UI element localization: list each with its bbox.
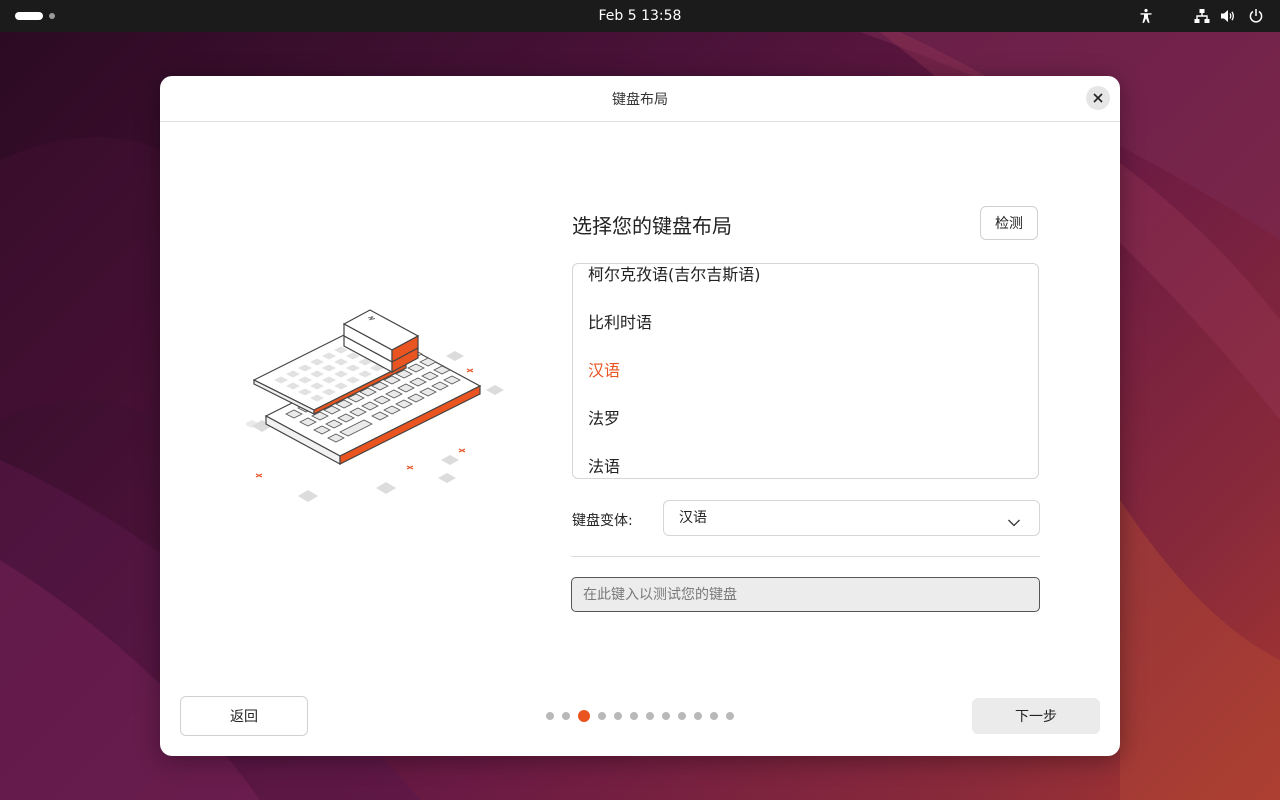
progress-dot [726,712,734,720]
progress-dot [678,712,686,720]
progress-dot [662,712,670,720]
next-button[interactable]: 下一步 [972,698,1100,734]
power-icon[interactable] [1248,0,1264,32]
detect-button[interactable]: 检测 [980,206,1038,240]
layout-list-item[interactable]: 柯尔克孜语(吉尔吉斯语) [573,264,1038,299]
progress-dots [546,710,734,722]
variant-selected-value: 汉语 [679,510,707,526]
close-icon [1092,92,1104,104]
keyboard-layout-dialog: 键盘布局 选择您的键盘布局 检测 柯尔克孜语(吉尔吉斯语) 比利时语 汉语 法罗… [160,76,1120,756]
accessibility-icon[interactable] [1138,0,1154,32]
top-bar: Feb 5 13:58 [0,0,1280,32]
chevron-down-icon [1007,513,1021,532]
progress-dot [630,712,638,720]
keyboard-test-input[interactable] [571,577,1040,612]
dialog-header: 键盘布局 [160,76,1120,122]
layout-list-item[interactable]: 法罗 [573,395,1038,443]
dialog-title: 键盘布局 [612,92,668,108]
progress-dot-current [578,710,590,722]
progress-dot [646,712,654,720]
progress-dot [614,712,622,720]
progress-dot [710,712,718,720]
progress-dot [598,712,606,720]
network-icon[interactable] [1194,0,1210,32]
progress-dot [562,712,570,720]
page-heading: 选择您的键盘布局 [572,214,732,238]
layout-list-item[interactable]: 比利时语 [573,299,1038,347]
keyboard-variant-label: 键盘变体: [572,513,633,529]
divider [571,556,1040,557]
clock[interactable]: Feb 5 13:58 [0,0,1280,32]
keyboard-illustration [244,306,506,506]
progress-dot [546,712,554,720]
back-button[interactable]: 返回 [180,696,308,736]
close-button[interactable] [1086,86,1110,110]
layout-list-item-selected[interactable]: 汉语 [573,347,1038,395]
keyboard-variant-dropdown[interactable]: 汉语 [663,500,1040,536]
system-tray[interactable] [1138,0,1264,32]
layout-list-item[interactable]: 法语 [573,443,1038,478]
layout-list-content: 柯尔克孜语(吉尔吉斯语) 比利时语 汉语 法罗 法语 [573,264,1038,478]
volume-icon[interactable] [1220,0,1236,32]
progress-dot [694,712,702,720]
keyboard-layout-list[interactable]: 柯尔克孜语(吉尔吉斯语) 比利时语 汉语 法罗 法语 [572,263,1039,479]
